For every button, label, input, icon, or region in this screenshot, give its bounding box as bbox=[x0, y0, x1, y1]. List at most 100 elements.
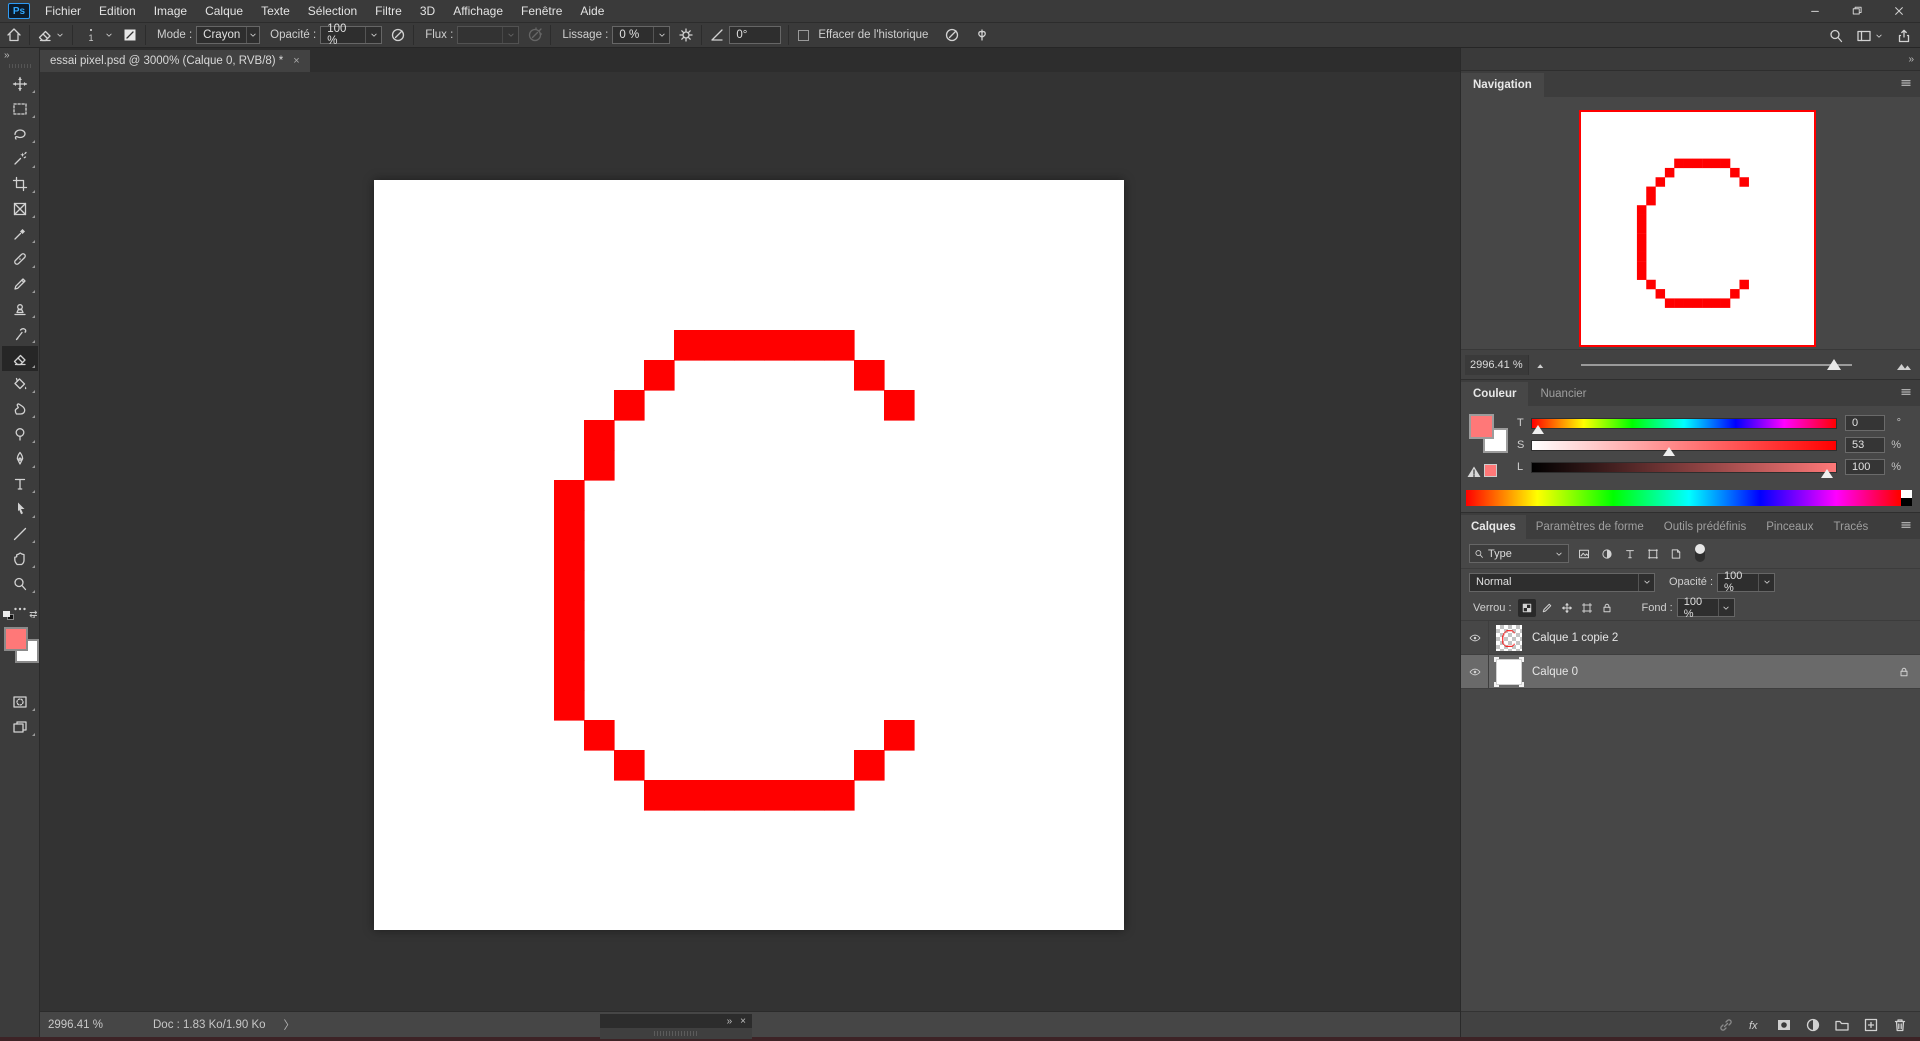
zoom-tool[interactable] bbox=[2, 571, 38, 596]
menu-calque[interactable]: Calque bbox=[196, 0, 252, 22]
layer-name[interactable]: Calque 0 bbox=[1532, 666, 1578, 678]
slider-value-field[interactable]: 53 bbox=[1845, 437, 1885, 453]
color-spectrum-ramp[interactable] bbox=[1466, 490, 1912, 506]
line-tool[interactable] bbox=[2, 521, 38, 546]
gamut-warning-icon[interactable] bbox=[1466, 464, 1482, 480]
tool-preset-picker[interactable] bbox=[37, 27, 65, 43]
menu-edition[interactable]: Edition bbox=[90, 0, 145, 22]
lock-position-icon[interactable] bbox=[1558, 599, 1576, 617]
lasso-tool[interactable] bbox=[2, 121, 38, 146]
menu-filtre[interactable]: Filtre bbox=[366, 0, 411, 22]
clone-stamp-tool[interactable] bbox=[2, 296, 38, 321]
quick-selection-tool[interactable] bbox=[2, 146, 38, 171]
type-filter-icon[interactable] bbox=[1624, 548, 1636, 560]
smart-object-filter-icon[interactable] bbox=[1670, 548, 1682, 560]
toolbar-collapse-chevron[interactable]: » bbox=[0, 48, 14, 63]
document-tab[interactable]: essai pixel.psd @ 3000% (Calque 0, RVB/8… bbox=[40, 50, 310, 72]
slider-thumb[interactable] bbox=[1532, 424, 1545, 434]
minibar-expand-chevron[interactable]: » bbox=[727, 1016, 733, 1027]
tab-couleur[interactable]: Couleur bbox=[1461, 382, 1529, 406]
tab-nuancier[interactable]: Nuancier bbox=[1528, 382, 1598, 406]
tab-outils-pr-d-finis[interactable]: Outils prédéfinis bbox=[1654, 515, 1756, 539]
dock-collapse-chevron[interactable]: » bbox=[1908, 54, 1914, 65]
layer-fill-select[interactable]: 100 % bbox=[1676, 596, 1735, 620]
slider-track-s[interactable] bbox=[1531, 439, 1837, 456]
layer-filter-toggle[interactable] bbox=[1695, 544, 1705, 562]
slider-thumb[interactable] bbox=[1662, 446, 1675, 456]
home-button[interactable] bbox=[6, 27, 22, 43]
minimize-button[interactable] bbox=[1794, 0, 1836, 22]
eyedropper-tool[interactable] bbox=[2, 221, 38, 246]
menu-fichier[interactable]: Fichier bbox=[36, 0, 90, 22]
smoothing-options-gear[interactable] bbox=[678, 27, 694, 43]
layer-thumbnail[interactable] bbox=[1494, 656, 1524, 687]
brush-tool[interactable] bbox=[2, 271, 38, 296]
tab-trac-s[interactable]: Tracés bbox=[1824, 515, 1879, 539]
panel-menu-icon[interactable] bbox=[1900, 386, 1912, 398]
paint-bucket-tool[interactable] bbox=[2, 371, 38, 396]
brush-angle-field[interactable]: 0° bbox=[729, 26, 782, 44]
slider-track-t[interactable] bbox=[1531, 417, 1837, 434]
menu-texte[interactable]: Texte bbox=[252, 0, 299, 22]
swap-colors-icon[interactable]: ⇄ bbox=[29, 609, 37, 620]
status-options-chevron[interactable]: 〉 bbox=[284, 1017, 296, 1033]
new-layer-icon[interactable] bbox=[1863, 1017, 1879, 1033]
navigation-zoom-slider[interactable] bbox=[1557, 350, 1886, 379]
pen-tool[interactable] bbox=[2, 446, 38, 471]
tab-navigation[interactable]: Navigation bbox=[1461, 73, 1544, 97]
layer-filter-type-select[interactable]: Type bbox=[1469, 544, 1569, 563]
lock-all-icon[interactable] bbox=[1598, 599, 1616, 617]
menu-3d[interactable]: 3D bbox=[411, 0, 444, 22]
layer-visibility-eye-icon[interactable] bbox=[1461, 621, 1489, 654]
tab-param-tres-de-forme[interactable]: Paramètres de forme bbox=[1526, 515, 1654, 539]
zoom-out-icon[interactable] bbox=[1535, 359, 1547, 371]
slider-track-l[interactable] bbox=[1531, 461, 1837, 478]
frame-tool[interactable] bbox=[2, 196, 38, 221]
navigation-zoom-field[interactable]: 2996.41 % bbox=[1465, 354, 1529, 375]
crop-tool[interactable] bbox=[2, 171, 38, 196]
default-colors-icon[interactable] bbox=[2, 611, 15, 621]
adjustment-filter-icon[interactable] bbox=[1601, 548, 1613, 560]
smoothing-select[interactable]: 0 % bbox=[612, 26, 671, 44]
layer-style-icon[interactable] bbox=[1747, 1017, 1763, 1033]
layer-row[interactable]: Calque 0 bbox=[1461, 655, 1920, 689]
menu-image[interactable]: Image bbox=[145, 0, 196, 22]
move-tool[interactable] bbox=[2, 71, 38, 96]
zoom-in-icon[interactable] bbox=[1896, 357, 1912, 373]
erase-history-checkbox[interactable] bbox=[798, 29, 810, 41]
black-swatch[interactable] bbox=[1901, 498, 1912, 506]
path-selection-tool[interactable] bbox=[2, 496, 38, 521]
search-icon[interactable] bbox=[1828, 28, 1844, 44]
blend-mode-select[interactable]: Normal bbox=[1469, 572, 1655, 592]
eraser-tool[interactable] bbox=[1, 346, 38, 371]
status-doc-size[interactable]: Doc : 1.83 Ko/1.90 Ko bbox=[143, 1019, 276, 1031]
workspace-switcher[interactable] bbox=[1856, 28, 1884, 44]
hand-tool[interactable] bbox=[2, 546, 38, 571]
pressure-opacity-toggle[interactable] bbox=[390, 27, 406, 43]
rectangular-marquee-tool[interactable] bbox=[2, 96, 38, 121]
lock-paint-icon[interactable] bbox=[1538, 599, 1556, 617]
pressure-size-toggle[interactable] bbox=[944, 27, 960, 43]
panel-foreground-swatch[interactable] bbox=[1469, 414, 1494, 439]
brush-preset-picker[interactable]: 1 bbox=[80, 28, 114, 42]
smudge-tool[interactable] bbox=[2, 396, 38, 421]
shape-filter-icon[interactable] bbox=[1647, 548, 1659, 560]
document-tab-close-icon[interactable]: × bbox=[293, 55, 299, 67]
restore-button[interactable] bbox=[1836, 0, 1878, 22]
mode-select[interactable]: Crayon bbox=[196, 26, 261, 44]
dodge-tool[interactable] bbox=[2, 421, 38, 446]
panel-menu-icon[interactable] bbox=[1900, 519, 1912, 531]
delete-layer-icon[interactable] bbox=[1892, 1017, 1908, 1033]
tab-calques[interactable]: Calques bbox=[1461, 515, 1526, 539]
menu-aide[interactable]: Aide bbox=[571, 0, 613, 22]
zoom-slider-thumb[interactable] bbox=[1826, 359, 1841, 370]
menu-affichage[interactable]: Affichage bbox=[444, 0, 512, 22]
history-brush-tool[interactable] bbox=[2, 321, 38, 346]
spot-healing-brush-tool[interactable] bbox=[2, 246, 38, 271]
slider-value-field[interactable]: 0 bbox=[1845, 415, 1885, 431]
tab-pinceaux[interactable]: Pinceaux bbox=[1756, 515, 1823, 539]
type-tool[interactable] bbox=[2, 471, 38, 496]
new-group-icon[interactable] bbox=[1834, 1017, 1850, 1033]
panel-menu-icon[interactable] bbox=[1900, 77, 1912, 89]
layer-thumbnail[interactable] bbox=[1496, 624, 1522, 651]
